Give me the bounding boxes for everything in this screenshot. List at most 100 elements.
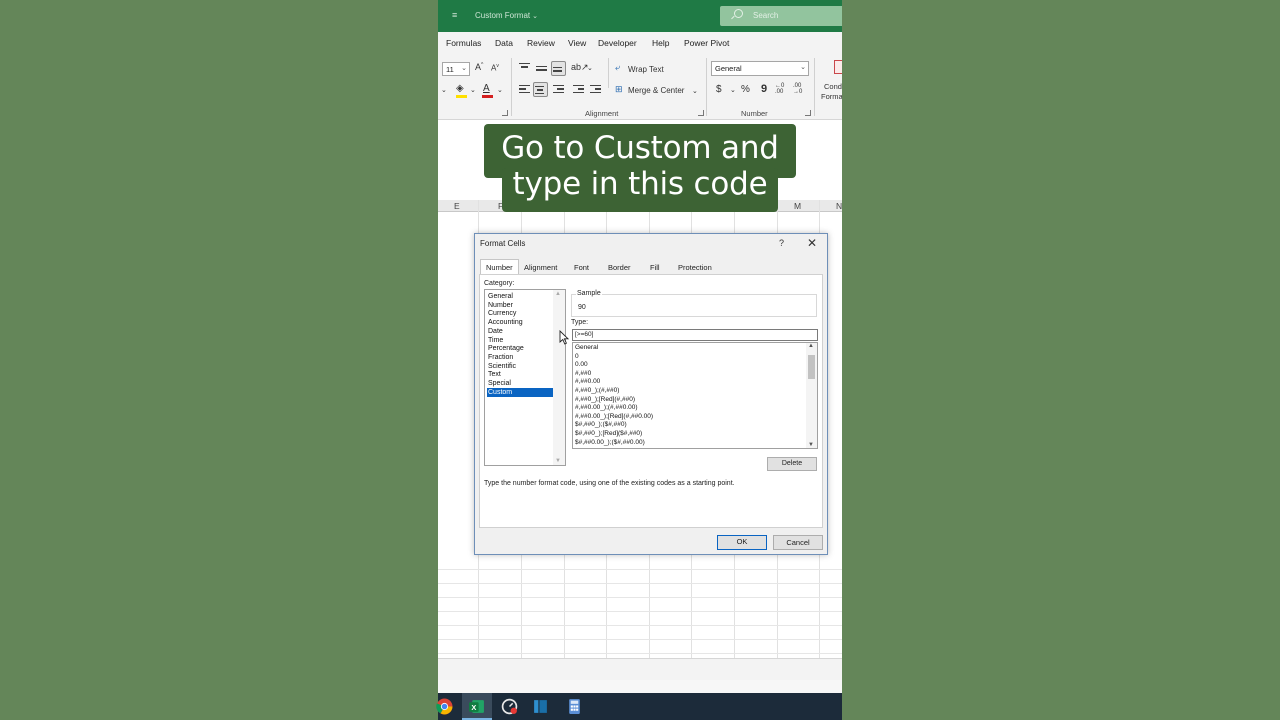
category-item[interactable]: Special — [487, 379, 553, 388]
tab-fill[interactable]: Fill — [645, 260, 665, 274]
align-center-button[interactable] — [533, 82, 548, 97]
chevron-down-icon[interactable]: ▼ — [808, 442, 814, 448]
orientation-icon[interactable]: ab↗ — [571, 62, 589, 73]
scrollbar-thumb[interactable] — [808, 355, 815, 379]
excel-icon[interactable]: X — [468, 698, 485, 715]
align-left-icon[interactable] — [519, 85, 530, 95]
delete-button[interactable]: Delete — [767, 457, 817, 471]
format-code-item[interactable]: #,##0.00_);(#,##0.00) — [575, 404, 638, 413]
tab-developer[interactable]: Developer — [598, 38, 637, 48]
tab-alignment[interactable]: Alignment — [519, 260, 562, 274]
top-align-icon[interactable] — [519, 63, 530, 70]
number-format-select[interactable]: General ⌄ — [711, 61, 809, 76]
tab-formulas[interactable]: Formulas — [446, 38, 481, 48]
screen-recorder-icon[interactable] — [501, 698, 518, 715]
middle-align-icon[interactable] — [536, 66, 547, 73]
help-button[interactable]: ? — [779, 238, 784, 248]
font-size-select[interactable]: 11 ⌄ — [442, 62, 470, 76]
column-header-n[interactable]: N — [836, 201, 842, 211]
close-icon[interactable]: ✕ — [807, 236, 817, 250]
column-header-m[interactable]: M — [794, 201, 801, 211]
format-code-item[interactable]: $#,##0_);[Red]($#,##0) — [575, 430, 642, 439]
format-code-scrollbar[interactable]: ▲ ▼ — [806, 343, 817, 448]
fill-dropdown-icon[interactable]: ⌄ — [470, 86, 476, 94]
format-code-item[interactable]: #,##0_);(#,##0) — [575, 387, 619, 396]
alignment-dialog-launcher-icon[interactable] — [698, 110, 704, 116]
category-item[interactable]: Currency — [487, 309, 553, 318]
format-code-list[interactable]: General 0 0.00 #,##0 #,##0.00 #,##0_);(#… — [572, 342, 818, 449]
tab-font[interactable]: Font — [569, 260, 594, 274]
wrap-text-button[interactable]: Wrap Text — [628, 65, 664, 74]
quick-access-customize-icon[interactable]: ≡ — [452, 10, 457, 20]
chrome-icon[interactable] — [436, 698, 453, 715]
merge-center-button[interactable]: Merge & Center — [628, 86, 684, 95]
increase-indent-icon[interactable] — [590, 85, 601, 95]
tab-border[interactable]: Border — [603, 260, 636, 274]
tab-data[interactable]: Data — [495, 38, 513, 48]
orientation-dropdown-icon[interactable]: ⌄ — [587, 64, 593, 72]
decrease-decimal-icon[interactable]: .00 →0 — [793, 83, 802, 95]
percent-icon[interactable]: % — [741, 84, 750, 95]
comma-style-icon[interactable]: 9 — [761, 83, 767, 95]
conditional-formatting-icon[interactable] — [834, 60, 842, 74]
cancel-button[interactable]: Cancel — [773, 535, 823, 550]
sample-box — [571, 294, 817, 317]
format-code-item[interactable]: $#,##0.00_);($#,##0.00) — [575, 439, 645, 448]
calculator-icon[interactable] — [566, 698, 583, 715]
search-box[interactable]: Search — [720, 6, 842, 26]
chevron-down-icon[interactable]: ▼ — [555, 458, 561, 464]
number-dialog-launcher-icon[interactable] — [805, 110, 811, 116]
decrease-indent-icon[interactable] — [573, 85, 584, 95]
conditional-formatting-label-1[interactable]: Cond — [824, 82, 842, 91]
align-right-icon[interactable] — [553, 85, 564, 95]
category-item[interactable]: Number — [487, 301, 553, 310]
conditional-formatting-label-2[interactable]: Forma — [821, 92, 842, 101]
category-item[interactable]: General — [487, 292, 553, 301]
category-item[interactable]: Time — [487, 336, 553, 345]
tab-number[interactable]: Number — [480, 259, 519, 274]
format-code-item[interactable]: #,##0_);[Red](#,##0) — [575, 396, 635, 405]
tab-power-pivot[interactable]: Power Pivot — [684, 38, 729, 48]
ok-button[interactable]: OK — [717, 535, 767, 550]
category-item-selected[interactable]: Custom — [487, 387, 553, 397]
tab-protection[interactable]: Protection — [673, 260, 717, 274]
format-code-item[interactable]: 0.00 — [575, 361, 588, 370]
currency-dropdown-icon[interactable]: ⌄ — [730, 86, 736, 94]
category-scrollbar[interactable]: ▲ ▼ — [553, 290, 565, 465]
workbook-title[interactable]: Custom Format ⌄ — [475, 11, 538, 20]
increase-font-icon[interactable]: A^ — [475, 62, 483, 72]
category-item[interactable]: Accounting — [487, 318, 553, 327]
currency-icon[interactable]: $ — [716, 84, 722, 95]
font-color-icon[interactable]: A — [483, 83, 490, 94]
category-item[interactable]: Fraction — [487, 353, 553, 362]
increase-decimal-icon[interactable]: ←0.00 — [775, 83, 784, 95]
format-code-item[interactable]: 0 — [575, 353, 579, 362]
category-item[interactable]: Date — [487, 327, 553, 336]
chevron-up-icon[interactable]: ▲ — [808, 343, 814, 349]
app-sidebar-icon[interactable] — [532, 698, 549, 715]
format-code-item[interactable]: $#,##0_);($#,##0) — [575, 421, 627, 430]
merge-dropdown-icon[interactable]: ⌄ — [692, 87, 698, 95]
category-item[interactable]: Percentage — [487, 344, 553, 353]
decrease-font-icon[interactable]: Av — [491, 63, 499, 73]
category-item[interactable]: Scientific — [487, 362, 553, 371]
tab-help[interactable]: Help — [652, 38, 669, 48]
category-item[interactable]: Text — [487, 370, 553, 379]
format-code-item[interactable]: #,##0 — [575, 370, 591, 379]
format-code-item[interactable]: #,##0.00_);[Red](#,##0.00) — [575, 413, 653, 422]
format-code-item[interactable]: General — [575, 344, 598, 353]
borders-dropdown-icon[interactable]: ⌄ — [441, 86, 447, 94]
caption-line-2: type in this code — [512, 166, 768, 202]
chevron-up-icon[interactable]: ▲ — [555, 291, 561, 297]
column-header-e[interactable]: E — [454, 201, 460, 211]
category-list[interactable]: General Number Currency Accounting Date … — [484, 289, 566, 466]
tab-review[interactable]: Review — [527, 38, 555, 48]
format-code-item[interactable]: #,##0.00 — [575, 378, 600, 387]
font-dialog-launcher-icon[interactable] — [502, 110, 508, 116]
taskbar: X — [436, 693, 842, 720]
font-color-dropdown-icon[interactable]: ⌄ — [497, 86, 503, 94]
type-input[interactable]: [>=60] — [572, 329, 818, 341]
tab-view[interactable]: View — [568, 38, 586, 48]
fill-color-icon[interactable]: ◈ — [456, 83, 464, 94]
bottom-align-button[interactable] — [551, 61, 566, 76]
